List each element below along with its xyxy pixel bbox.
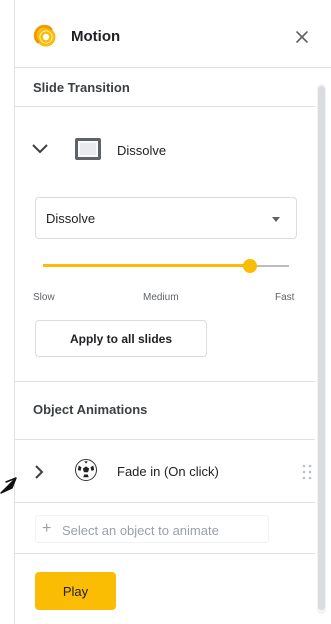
scrollbar-thumb[interactable] (318, 86, 325, 610)
dropdown-arrow-icon (272, 217, 280, 222)
speed-label-fast: Fast (275, 292, 295, 303)
motion-panel: Motion Slide Transition Dissolve Dissolv… (14, 0, 331, 624)
panel-header: Motion (15, 0, 331, 68)
divider (15, 439, 315, 440)
speed-label-slow: Slow (33, 292, 55, 303)
transition-row[interactable]: Dissolve (31, 136, 291, 164)
animation-item[interactable]: Fade in (On click) (31, 456, 313, 488)
divider (15, 502, 315, 503)
chevron-down-icon[interactable] (31, 142, 49, 156)
speed-slider[interactable] (43, 258, 289, 274)
scrollbar[interactable] (317, 84, 326, 614)
add-animation-button[interactable]: + Select an object to animate (35, 515, 269, 543)
transition-name: Dissolve (117, 143, 167, 158)
panel-title: Motion (71, 28, 121, 45)
slider-fill (43, 264, 250, 267)
divider (15, 381, 315, 382)
slide-icon (75, 138, 101, 160)
animation-label: Fade in (On click) (117, 464, 219, 479)
divider (15, 553, 315, 554)
cursor-arrow-icon (0, 477, 17, 494)
drag-handle-icon[interactable] (301, 463, 313, 481)
object-animations-title: Object Animations (33, 402, 148, 417)
add-animation-label: Select an object to animate (62, 523, 219, 538)
divider (15, 106, 315, 107)
close-icon[interactable] (293, 28, 311, 46)
play-button[interactable]: Play (35, 572, 116, 610)
speed-label-medium: Medium (143, 292, 179, 303)
chevron-right-icon[interactable] (33, 464, 45, 480)
plus-icon: + (42, 520, 52, 537)
soccer-ball-icon (75, 459, 97, 481)
transition-type-value: Dissolve (46, 211, 96, 226)
slider-thumb[interactable] (243, 259, 257, 273)
apply-to-all-slides-button[interactable]: Apply to all slides (35, 320, 207, 357)
motion-icon (33, 24, 56, 47)
transition-type-select[interactable]: Dissolve (35, 197, 297, 239)
slide-transition-title: Slide Transition (33, 80, 130, 95)
